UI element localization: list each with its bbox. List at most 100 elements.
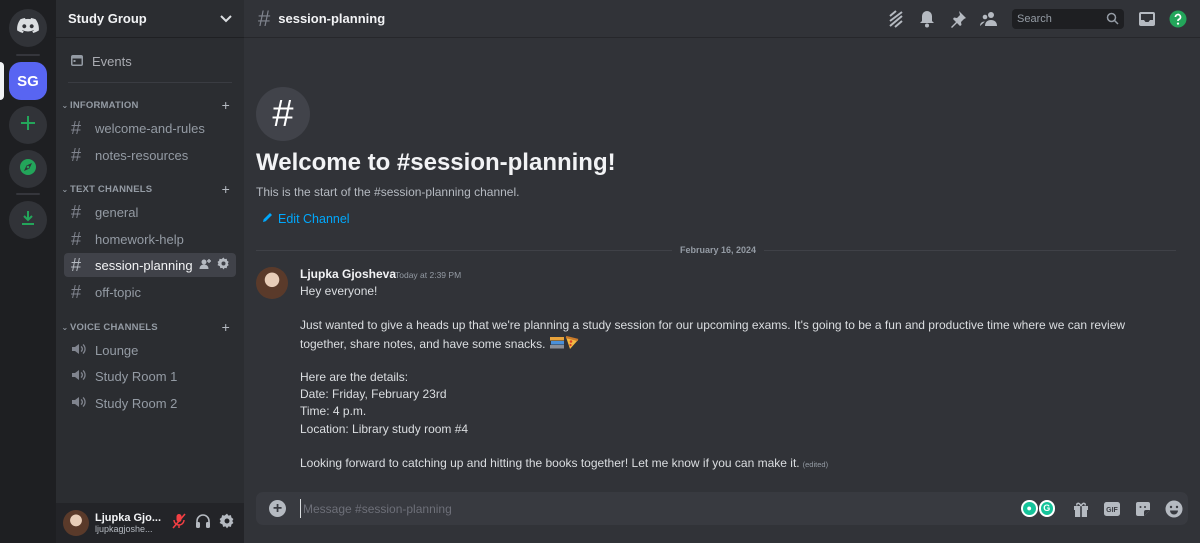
gif-icon[interactable]: GIF	[1102, 499, 1122, 519]
search-input[interactable]: Search	[1012, 9, 1124, 29]
direct-messages-button[interactable]	[9, 9, 47, 47]
welcome-subtitle: This is the start of the #session-planni…	[256, 185, 520, 199]
user-settings-gear-icon[interactable]	[219, 513, 235, 534]
emoji-picker-icon[interactable]	[1164, 499, 1184, 519]
channel-off-topic[interactable]: # off-topic	[64, 280, 236, 304]
channel-label: Study Room 2	[95, 395, 178, 411]
pizza-emoji-icon	[565, 335, 579, 355]
compass-icon	[19, 158, 37, 181]
plus-icon	[20, 115, 36, 136]
sticker-icon[interactable]	[1133, 499, 1153, 519]
category-voice-channels[interactable]: ⌄ VOICE CHANNELS +	[60, 318, 236, 336]
notification-bell-icon[interactable]	[917, 9, 937, 29]
channel-label: off-topic	[95, 284, 142, 300]
discord-logo-icon	[17, 17, 39, 39]
grammarly-g-icon: G	[1038, 499, 1055, 517]
channel-welcome-and-rules[interactable]: # welcome-and-rules	[64, 116, 236, 140]
welcome-title: Welcome to #session-planning!	[256, 149, 616, 176]
message-text: together, share notes, and have some sna…	[300, 337, 546, 351]
invite-icon[interactable]	[199, 258, 211, 273]
channel-notes-resources[interactable]: # notes-resources	[64, 143, 236, 167]
download-icon	[20, 210, 36, 231]
gift-icon[interactable]	[1071, 499, 1091, 519]
message-line-last: Looking forward to catching up and hitti…	[300, 455, 828, 473]
help-icon[interactable]	[1168, 9, 1188, 29]
gear-icon[interactable]	[217, 257, 230, 273]
pin-icon[interactable]	[948, 9, 968, 29]
threads-icon[interactable]	[886, 9, 906, 29]
channel-label: session-planning	[95, 257, 193, 273]
channel-label: welcome-and-rules	[95, 120, 205, 136]
chevron-down-icon: ⌄	[61, 184, 69, 194]
message-line: Hey everyone!	[300, 284, 378, 298]
create-channel-icon[interactable]: +	[222, 97, 230, 113]
download-apps-button[interactable]	[9, 201, 47, 239]
message-line: Location: Library study room #4	[300, 422, 469, 436]
category-information[interactable]: ⌄ INFORMATION +	[60, 96, 236, 114]
date-divider-label: February 16, 2024	[672, 245, 765, 255]
grammarly-pin-icon: ●	[1021, 499, 1038, 517]
text-channel-icon: #	[71, 144, 82, 165]
channel-sidebar: Study Group Events ⌄ INFORMATION + # wel…	[56, 0, 244, 543]
message-text: Looking forward to catching up and hitti…	[300, 456, 800, 470]
category-text-channels[interactable]: ⌄ TEXT CHANNELS +	[60, 180, 236, 198]
avatar[interactable]	[63, 510, 89, 536]
search-placeholder: Search	[1017, 13, 1052, 25]
channel-homework-help[interactable]: # homework-help	[64, 227, 236, 251]
message-line: Just wanted to give a heads up that we'r…	[300, 318, 1126, 332]
mute-microphone-icon[interactable]	[171, 512, 187, 534]
message-line-with-emoji: together, share notes, and have some sna…	[300, 335, 579, 355]
message-line: Time: 4 p.m.	[300, 404, 367, 418]
speaker-icon	[71, 340, 89, 361]
speaker-icon	[71, 366, 89, 387]
text-channel-icon: #	[71, 281, 82, 302]
avatar[interactable]	[256, 267, 288, 299]
message-line: Here are the details:	[300, 370, 409, 384]
pencil-icon	[262, 212, 273, 226]
text-channel-icon: #	[71, 228, 82, 249]
create-channel-icon[interactable]: +	[222, 319, 230, 335]
channel-label: homework-help	[95, 231, 184, 247]
guild-name: Study Group	[68, 11, 147, 26]
message-composer: + ● G GIF	[256, 492, 1188, 525]
edited-label: (edited)	[802, 460, 829, 469]
user-info[interactable]: Ljupka Gjo... ljupkagjoshe...	[95, 512, 161, 534]
divider	[68, 82, 232, 83]
add-server-button[interactable]	[9, 106, 47, 144]
message-author[interactable]: Ljupka Gjosheva	[300, 267, 396, 281]
create-channel-icon[interactable]: +	[222, 181, 230, 197]
channel-label: general	[95, 204, 139, 220]
headphones-icon[interactable]	[195, 513, 211, 534]
upload-plus-icon[interactable]: +	[269, 500, 286, 517]
edit-channel-link[interactable]: Edit Channel	[262, 212, 350, 226]
user-panel: Ljupka Gjo... ljupkagjoshe...	[56, 503, 244, 543]
text-channel-icon: #	[71, 254, 82, 275]
voice-channel-study-room-2[interactable]: Study Room 2	[64, 391, 236, 415]
member-list-icon[interactable]	[979, 9, 999, 29]
voice-channel-lounge[interactable]: Lounge	[64, 338, 236, 362]
chevron-down-icon	[220, 10, 232, 28]
voice-channel-study-room-1[interactable]: Study Room 1	[64, 364, 236, 388]
guild-header[interactable]: Study Group	[56, 0, 244, 38]
channel-title: session-planning	[278, 11, 386, 26]
channel-session-planning[interactable]: # session-planning	[64, 253, 236, 277]
channel-label: Study Room 1	[95, 368, 178, 384]
category-label: INFORMATION	[70, 99, 139, 111]
chevron-down-icon: ⌄	[61, 322, 69, 332]
text-channel-icon: #	[71, 201, 82, 222]
explore-servers-button[interactable]	[9, 150, 47, 188]
channel-general[interactable]: # general	[64, 200, 236, 224]
books-emoji-icon	[549, 336, 565, 355]
message-line: Date: Friday, February 23rd	[300, 387, 447, 401]
inbox-icon[interactable]	[1137, 9, 1157, 29]
calendar-icon	[70, 53, 84, 70]
grammarly-icon[interactable]: ● G	[1021, 499, 1055, 518]
category-label: TEXT CHANNELS	[70, 183, 153, 195]
events-label: Events	[92, 53, 132, 69]
speaker-icon	[71, 393, 89, 414]
message-input[interactable]	[300, 499, 900, 518]
category-label: VOICE CHANNELS	[70, 321, 158, 333]
server-study-group[interactable]: SG	[9, 62, 47, 100]
events-item[interactable]: Events	[64, 48, 236, 74]
selected-server-pill	[0, 62, 4, 100]
